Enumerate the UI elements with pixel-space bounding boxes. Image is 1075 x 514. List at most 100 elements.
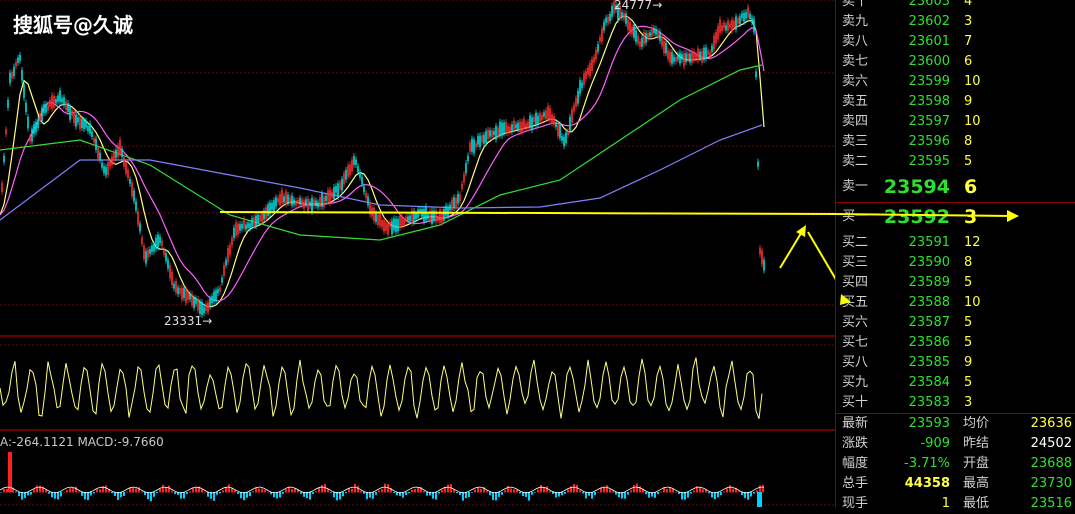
candle-body xyxy=(499,121,501,136)
macd-bar xyxy=(33,489,35,493)
ask-row[interactable]: 卖四 23597 10 xyxy=(836,112,1075,132)
ask-row[interactable]: 卖三 23596 8 xyxy=(836,132,1075,152)
candle-body xyxy=(39,113,41,122)
macd-bar xyxy=(504,490,506,493)
macd-bar xyxy=(72,488,74,493)
macd-bar xyxy=(15,491,17,493)
ask-row[interactable]: 卖七 23600 6 xyxy=(836,52,1075,72)
candle-body xyxy=(493,130,495,136)
ask-row[interactable]: 卖六 23599 10 xyxy=(836,72,1075,92)
macd-bar xyxy=(105,485,107,493)
candle-body xyxy=(285,191,287,205)
macd-bar xyxy=(126,491,128,493)
bid-row[interactable]: 买八 23585 9 xyxy=(836,353,1075,373)
candle-body xyxy=(77,117,79,123)
macd-bar xyxy=(249,492,251,497)
candle-body xyxy=(407,216,409,221)
candle-body xyxy=(509,126,511,132)
candle-body xyxy=(559,124,561,139)
ask-row[interactable]: 卖二 23595 5 xyxy=(836,152,1075,172)
bid-row[interactable]: 买三 23590 8 xyxy=(836,253,1075,273)
bid-row[interactable]: 买四 23589 5 xyxy=(836,273,1075,293)
oscillator-path xyxy=(0,357,763,419)
bid-row[interactable]: 买九 23584 5 xyxy=(836,373,1075,393)
candle-body xyxy=(537,115,539,125)
candle-body xyxy=(347,165,349,177)
bid-row[interactable]: 买七 23586 5 xyxy=(836,333,1075,353)
candle-body xyxy=(257,214,259,224)
macd-bar xyxy=(375,492,377,495)
ask-volume: 6 xyxy=(964,176,978,198)
price-chart[interactable] xyxy=(0,0,835,507)
candle-body xyxy=(349,164,351,176)
bid-row[interactable]: 买二 23591 12 xyxy=(836,233,1075,253)
ask-price: 23595 xyxy=(908,154,950,169)
candle-body xyxy=(221,277,223,283)
low-label: 最低 xyxy=(963,496,990,511)
candle-body xyxy=(575,98,577,107)
bid-volume: 5 xyxy=(964,275,973,290)
ask-price: 23597 xyxy=(908,114,950,129)
ask-row[interactable]: 卖五 23598 9 xyxy=(836,92,1075,112)
candle-body xyxy=(283,196,285,203)
bid-row[interactable]: 买五 23588 10 xyxy=(836,293,1075,313)
candle-body xyxy=(451,199,453,211)
candle-body xyxy=(657,30,659,37)
macd-bar xyxy=(321,485,323,493)
bid-row[interactable]: 买十 23583 3 xyxy=(836,393,1075,413)
macd-bar xyxy=(8,452,12,492)
macd-bar xyxy=(729,485,731,493)
macd-bar xyxy=(507,485,509,493)
macd-bar xyxy=(30,492,32,495)
candle-body xyxy=(179,288,181,294)
candle-body xyxy=(75,114,77,127)
macd-bar xyxy=(330,492,332,493)
candle-body xyxy=(173,283,175,289)
bid-level-label: 买三 xyxy=(842,255,869,270)
ask-row[interactable]: 卖八 23601 7 xyxy=(836,32,1075,52)
candle-body xyxy=(423,209,425,222)
macd-bar xyxy=(171,490,173,493)
candle-body xyxy=(739,16,741,25)
macd-bar xyxy=(81,492,83,496)
macd-bar xyxy=(135,488,137,493)
ma-line-short xyxy=(0,15,765,308)
candle-body xyxy=(449,204,451,211)
candle-body xyxy=(147,249,149,258)
candle-body xyxy=(343,173,345,185)
candle-body xyxy=(599,37,601,42)
candle-body xyxy=(637,35,639,44)
candle-body xyxy=(513,120,515,130)
latest-value: 23593 xyxy=(908,416,950,431)
candle-body xyxy=(481,135,483,143)
macd-bar xyxy=(339,492,341,500)
macd-bar xyxy=(99,489,101,493)
candle-body xyxy=(463,174,465,183)
ask-row[interactable]: 卖十 23603 4 xyxy=(836,0,1075,12)
candle-body xyxy=(725,25,727,31)
change-label: 涨跌 xyxy=(842,436,869,451)
candle-body xyxy=(157,234,159,248)
candle-body xyxy=(357,166,359,173)
candle-body xyxy=(37,119,39,129)
candle-body xyxy=(63,97,65,106)
bid-row[interactable]: 买一 23592 3 xyxy=(836,204,1075,230)
macd-bar xyxy=(174,492,176,495)
candle-body xyxy=(111,156,113,166)
bid-price: 23583 xyxy=(908,395,950,410)
ask-row[interactable]: 卖一 23594 6 xyxy=(836,174,1075,200)
candle-body xyxy=(93,138,95,143)
candle-body xyxy=(25,102,27,113)
candle-body xyxy=(511,124,513,132)
candle-body xyxy=(67,103,69,112)
bid-level-label: 买八 xyxy=(842,355,869,370)
candle-body xyxy=(415,213,417,219)
macd-bar xyxy=(654,492,656,498)
candle-body xyxy=(311,197,313,212)
candle-body xyxy=(199,301,201,314)
candle-body xyxy=(351,159,353,172)
ask-row[interactable]: 卖九 23602 3 xyxy=(836,12,1075,32)
candle-body xyxy=(669,51,671,63)
candle-body xyxy=(59,90,61,102)
bid-row[interactable]: 买六 23587 5 xyxy=(836,313,1075,333)
